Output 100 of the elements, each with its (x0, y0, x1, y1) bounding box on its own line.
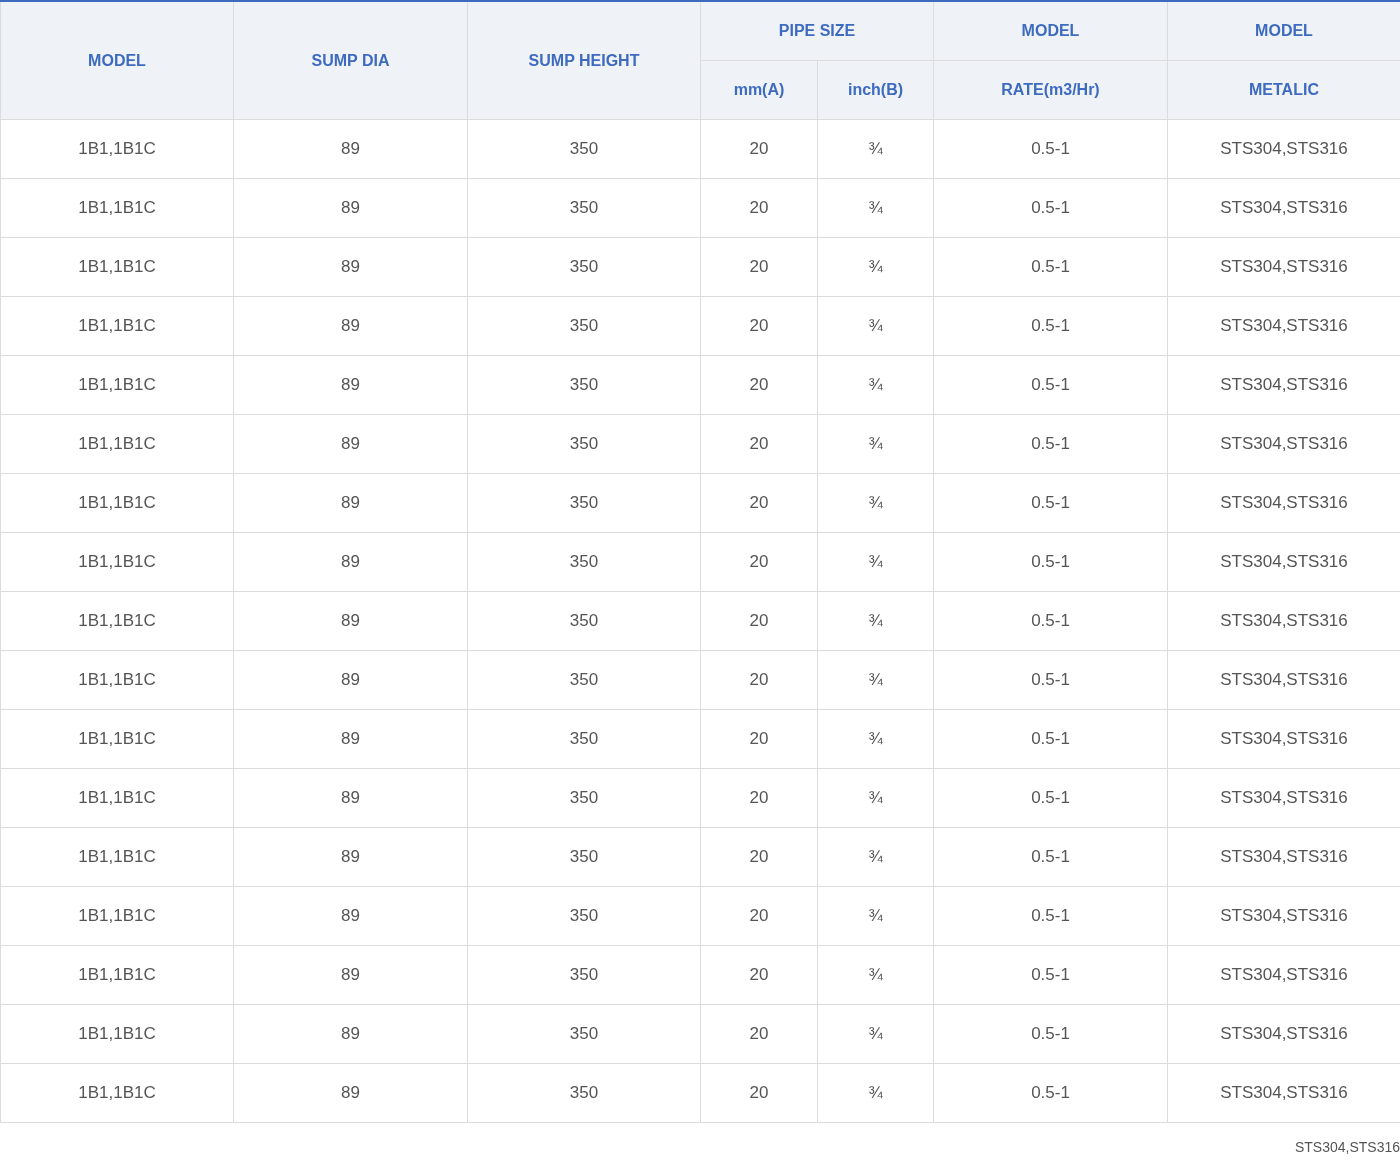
table-cell: ¾ (817, 709, 934, 769)
table-cell: ¾ (817, 1004, 934, 1064)
table-cell: 20 (700, 414, 818, 474)
table-cell: 350 (467, 414, 701, 474)
table-cell: 89 (233, 178, 468, 238)
table-cell: 350 (467, 886, 701, 946)
table-cell: 1B1,1B1C (0, 355, 234, 415)
table-cell: 350 (467, 119, 701, 179)
table-cell: ¾ (817, 119, 934, 179)
table-cell: 350 (467, 945, 701, 1005)
table-cell: 20 (700, 650, 818, 710)
table-cell: ¾ (817, 650, 934, 710)
table-cell: 0.5-1 (933, 355, 1168, 415)
table-cell: 20 (700, 119, 818, 179)
table-cell: 20 (700, 1063, 818, 1123)
table-cell: 350 (467, 473, 701, 533)
table-cell: ¾ (817, 237, 934, 297)
table-cell: 20 (700, 178, 818, 238)
table-cell: 350 (467, 650, 701, 710)
table-cell: 1B1,1B1C (0, 709, 234, 769)
table-cell: 20 (700, 237, 818, 297)
table-cell: 0.5-1 (933, 237, 1168, 297)
table-cell: 0.5-1 (933, 414, 1168, 474)
table-cell: 350 (467, 296, 701, 356)
table-cell: ¾ (817, 945, 934, 1005)
table-cell: 350 (467, 532, 701, 592)
table-cell: 89 (233, 532, 468, 592)
table-cell: 0.5-1 (933, 945, 1168, 1005)
table-cell: 1B1,1B1C (0, 650, 234, 710)
table-cell: 350 (467, 1063, 701, 1123)
table-cell: 350 (467, 709, 701, 769)
table-cell: 20 (700, 945, 818, 1005)
table-cell: 0.5-1 (933, 886, 1168, 946)
table-cell: 20 (700, 532, 818, 592)
table-cell: 89 (233, 119, 468, 179)
table-cell: ¾ (817, 768, 934, 828)
column-header: MODEL (0, 1, 234, 120)
table-cell: 89 (233, 237, 468, 297)
table-cell: 0.5-1 (933, 827, 1168, 887)
table-cell: 1B1,1B1C (0, 178, 234, 238)
table-cell: 0.5-1 (933, 591, 1168, 651)
table-cell: 89 (233, 1004, 468, 1064)
column-header: PIPE SIZE (700, 1, 934, 61)
table-cell: 1B1,1B1C (0, 119, 234, 179)
table-cell: 1B1,1B1C (0, 532, 234, 592)
table-cell: 1B1,1B1C (0, 591, 234, 651)
table-cell: ¾ (817, 296, 934, 356)
table-cell: 1B1,1B1C (0, 945, 234, 1005)
table-cell: 350 (467, 237, 701, 297)
table-cell: 20 (700, 827, 818, 887)
column-header: SUMP HEIGHT (467, 1, 701, 120)
table-cell: 20 (700, 296, 818, 356)
table-cell: 89 (233, 827, 468, 887)
table-cell: 20 (700, 886, 818, 946)
table-cell: 0.5-1 (933, 768, 1168, 828)
table-cell: 0.5-1 (933, 650, 1168, 710)
table-cell: ¾ (817, 886, 934, 946)
table-cell: ¾ (817, 1063, 934, 1123)
column-header: RATE(m3/Hr) (933, 60, 1168, 120)
table-cell: 0.5-1 (933, 709, 1168, 769)
table-cell: 89 (233, 709, 468, 769)
table-cell: 20 (700, 591, 818, 651)
table-cell: 350 (467, 827, 701, 887)
table-cell: ¾ (817, 178, 934, 238)
table-cell: 89 (233, 886, 468, 946)
table-cell: 1B1,1B1C (0, 296, 234, 356)
table-cell: 1B1,1B1C (0, 473, 234, 533)
table-cell: 0.5-1 (933, 119, 1168, 179)
footnote: STS304,STS316 (1294, 1139, 1400, 1155)
table-cell: 0.5-1 (933, 178, 1168, 238)
column-header: MODEL (933, 1, 1168, 61)
table-cell: 89 (233, 945, 468, 1005)
table-cell: ¾ (817, 591, 934, 651)
table-cell: 0.5-1 (933, 473, 1168, 533)
table-cell: 1B1,1B1C (0, 1004, 234, 1064)
table-cell: 350 (467, 1004, 701, 1064)
table-cell: 89 (233, 473, 468, 533)
table-cell: 20 (700, 709, 818, 769)
table-cell: ¾ (817, 473, 934, 533)
table-cell: 20 (700, 355, 818, 415)
table-cell: 1B1,1B1C (0, 237, 234, 297)
table-cell: 0.5-1 (933, 1063, 1168, 1123)
table-cell: 350 (467, 355, 701, 415)
column-header: inch(B) (817, 60, 934, 120)
table-cell: 89 (233, 650, 468, 710)
table-cell: 89 (233, 1063, 468, 1123)
table-cell: 0.5-1 (933, 532, 1168, 592)
table-cell: 89 (233, 414, 468, 474)
table-cell: 1B1,1B1C (0, 768, 234, 828)
table-cell: 1B1,1B1C (0, 827, 234, 887)
table-cell: 89 (233, 591, 468, 651)
table-cell: 20 (700, 768, 818, 828)
column-header: SUMP DIA (233, 1, 468, 120)
table-cell: 20 (700, 1004, 818, 1064)
column-header: MODEL (1167, 1, 1400, 61)
table-cell: 89 (233, 355, 468, 415)
table-cell: 350 (467, 591, 701, 651)
table-cell: 89 (233, 768, 468, 828)
table-cell: ¾ (817, 532, 934, 592)
column-header: METALIC (1167, 60, 1400, 120)
